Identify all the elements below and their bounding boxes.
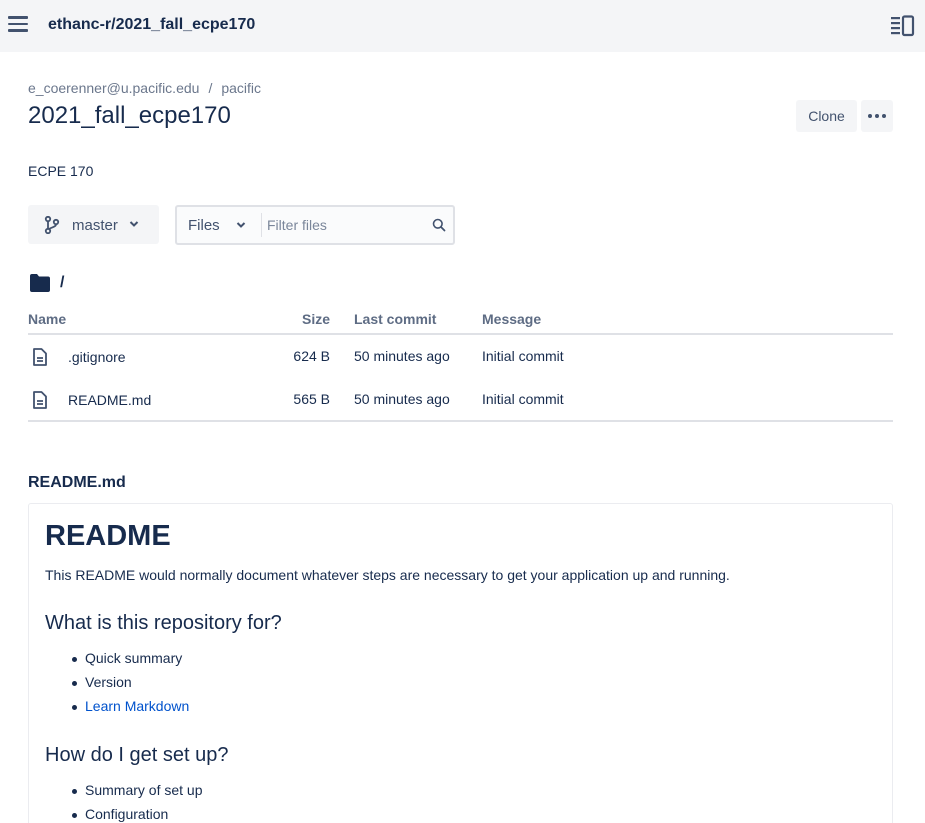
table-row[interactable]: .gitignore 624 B 50 minutes ago Initial … [28, 348, 893, 390]
file-icon [33, 391, 47, 409]
file-size: 565 B [293, 391, 330, 407]
readme-panel: README This README would normally docume… [28, 503, 893, 823]
readme-section-heading: How do I get set up? [45, 744, 229, 766]
divider [261, 213, 262, 237]
files-select-label: Files [188, 217, 220, 234]
top-bar: ethanc-r/2021_fall_ecpe170 [0, 0, 925, 52]
path-label[interactable]: / [60, 274, 64, 292]
search-icon[interactable] [432, 218, 446, 232]
divider [28, 420, 893, 422]
list-item: Summary of set up [69, 782, 203, 806]
branch-icon [44, 216, 60, 234]
readme-section-heading: What is this repository for? [45, 612, 282, 634]
branch-label: master [72, 217, 118, 234]
more-actions-button[interactable] [861, 100, 893, 132]
readme-intro: This README would normally document what… [45, 567, 730, 583]
divider [28, 333, 893, 335]
page-title: 2021_fall_ecpe170 [28, 102, 231, 129]
file-size: 624 B [293, 348, 330, 364]
list-item: Learn Markdown [69, 698, 189, 722]
branch-selector[interactable]: master [28, 205, 159, 244]
breadcrumb: e_coerenner@u.pacific.edu / pacific [28, 80, 261, 96]
file-name[interactable]: README.md [68, 392, 151, 408]
chevron-down-icon [129, 221, 139, 227]
column-header-last-commit[interactable]: Last commit [354, 311, 436, 327]
learn-markdown-link[interactable]: Learn Markdown [85, 698, 189, 714]
readme-title: README [45, 520, 171, 552]
files-type-select[interactable]: Files [177, 207, 261, 243]
chevron-down-icon [236, 222, 246, 228]
list-item: Version [69, 674, 189, 698]
file-commit-message[interactable]: Initial commit [482, 348, 564, 364]
table-row[interactable]: README.md 565 B 50 minutes ago Initial c… [28, 391, 893, 433]
folder-icon [30, 274, 50, 292]
readme-list: Summary of set up Configuration [69, 782, 203, 823]
repo-path-title[interactable]: ethanc-r/2021_fall_ecpe170 [48, 16, 255, 34]
breadcrumb-separator: / [208, 80, 213, 96]
filter-files-input[interactable] [263, 209, 423, 241]
column-header-size[interactable]: Size [302, 311, 330, 327]
breadcrumb-owner[interactable]: e_coerenner@u.pacific.edu [28, 80, 199, 96]
breadcrumb-project[interactable]: pacific [221, 80, 261, 96]
column-header-name[interactable]: Name [28, 311, 66, 327]
sidebar-toggle-icon[interactable] [891, 15, 915, 37]
column-header-message[interactable]: Message [482, 311, 541, 327]
file-filter-group: Files [175, 205, 455, 245]
file-name[interactable]: .gitignore [68, 349, 126, 365]
list-item: Quick summary [69, 650, 189, 674]
file-last-commit: 50 minutes ago [354, 348, 450, 364]
readme-file-label: README.md [28, 474, 126, 491]
clone-button[interactable]: Clone [796, 100, 857, 132]
list-item: Configuration [69, 806, 203, 823]
readme-list: Quick summary Version Learn Markdown [69, 650, 189, 722]
file-commit-message[interactable]: Initial commit [482, 391, 564, 407]
more-icon [868, 114, 872, 118]
file-icon [33, 348, 47, 366]
file-last-commit: 50 minutes ago [354, 391, 450, 407]
menu-icon[interactable] [8, 16, 28, 34]
repo-description: ECPE 170 [28, 163, 94, 179]
